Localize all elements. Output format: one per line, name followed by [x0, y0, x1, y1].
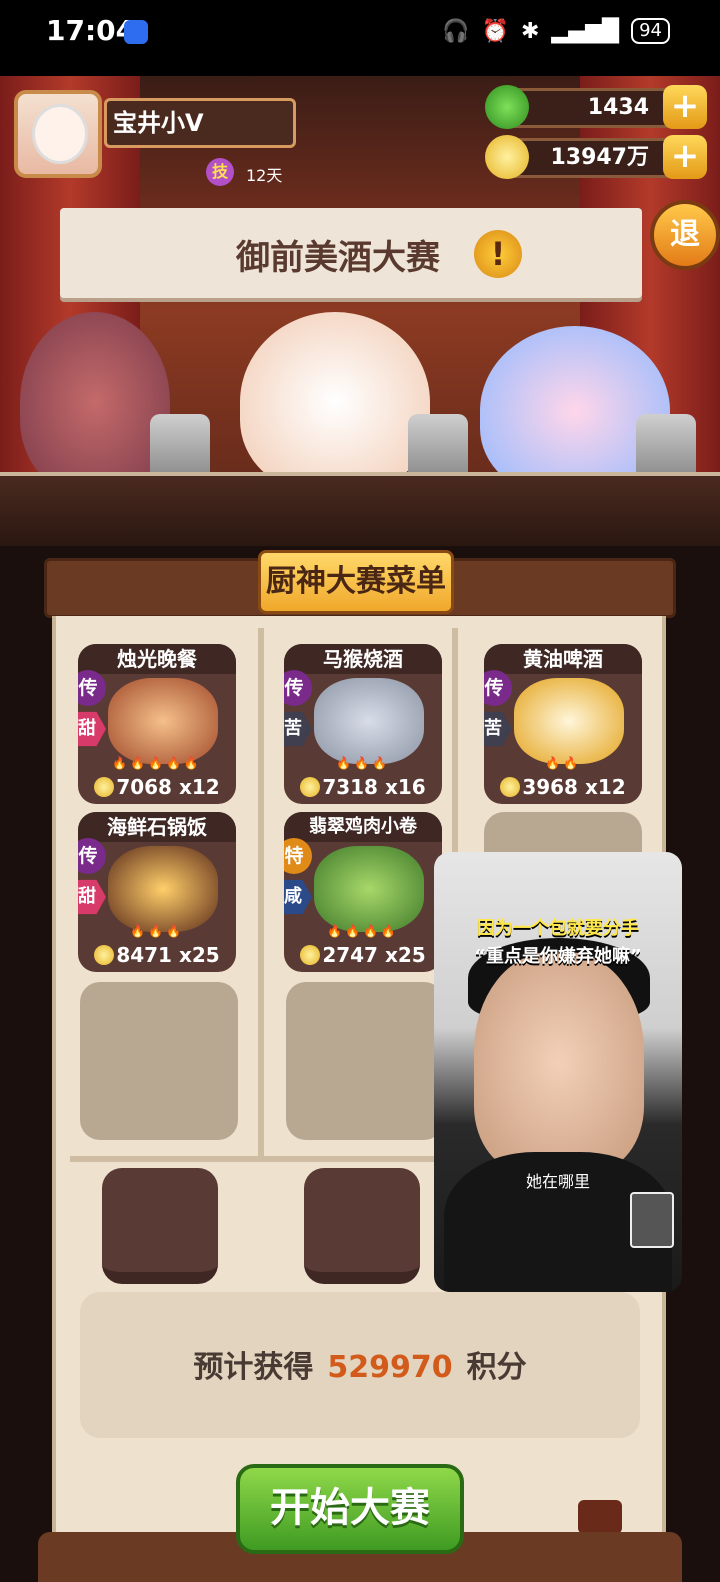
video-person — [474, 952, 644, 1172]
coin-icon — [485, 135, 529, 179]
rank-badge: 传 — [78, 838, 106, 874]
add-coins-button[interactable]: + — [663, 135, 707, 179]
heat-flames: 🔥🔥 — [545, 756, 581, 770]
taste-badge: 咸 — [284, 879, 312, 915]
dish-count: x25 — [384, 943, 426, 967]
rank-badge: 传 — [284, 670, 312, 706]
event-title: 御前美酒大赛 — [236, 238, 440, 278]
dish-points: 7068 — [116, 775, 172, 799]
dish-stats: 8471 x25 — [78, 938, 236, 972]
dish-name: 海鲜石锅饭 — [78, 812, 236, 842]
dish-count: x25 — [178, 943, 220, 967]
video-caption-line1: 因为一个包就要分手 — [477, 918, 639, 939]
dish-stats: 7318 x16 — [284, 770, 442, 804]
alarm-icon: ⏰ — [481, 18, 509, 44]
score-suffix: 积分 — [466, 1350, 527, 1385]
dish-points: 2747 — [322, 943, 378, 967]
dish-stats: 2747 x25 — [284, 938, 442, 972]
dish-points: 8471 — [116, 943, 172, 967]
dish-image — [108, 846, 218, 932]
empty-dish-slot[interactable] — [286, 982, 444, 1140]
add-gems-button[interactable]: + — [663, 85, 707, 129]
coin-icon — [94, 945, 115, 965]
taste-badge: 苦 — [484, 711, 512, 747]
gem-icon — [485, 85, 529, 129]
estimated-score-box: 预计获得 529970 积分 — [80, 1292, 640, 1438]
bluetooth-icon: ✱ — [520, 18, 540, 44]
dish-count: x16 — [384, 775, 426, 799]
dish-image — [108, 678, 218, 764]
start-contest-button[interactable]: 开始大赛 — [236, 1464, 464, 1554]
score-prefix: 预计获得 — [193, 1350, 314, 1385]
rank-badge: 传 — [78, 670, 106, 706]
gem-value: 1434 — [587, 95, 649, 120]
dish-image — [314, 678, 424, 764]
dish-card[interactable]: 海鲜石锅饭 传 甜 🔥🔥🔥 8471 x25 — [78, 812, 236, 972]
coin-icon — [300, 777, 321, 797]
signal-icon: ▂▄▆█ — [551, 18, 620, 44]
coin-counter: 13947万 + — [485, 135, 707, 179]
heat-flames: 🔥🔥🔥 — [130, 924, 184, 938]
dish-card[interactable]: 翡翠鸡肉小卷 特 咸 🔥🔥🔥🔥 2747 x25 — [284, 812, 442, 972]
coin-icon — [300, 945, 321, 965]
column-divider — [258, 628, 264, 1160]
dish-name: 黄油啤酒 — [484, 644, 642, 674]
score-value: 529970 — [327, 1350, 453, 1385]
dish-name: 烛光晚餐 — [78, 644, 236, 674]
coin-value: 13947万 — [550, 145, 649, 170]
coin-icon — [94, 777, 115, 797]
dish-name: 马猴烧酒 — [284, 644, 442, 674]
mini-thumbnail[interactable] — [630, 1192, 674, 1248]
taste-badge: 甜 — [78, 879, 106, 915]
dish-card[interactable]: 黄油啤酒 传 苦 🔥🔥 3968 x12 — [484, 644, 642, 804]
estimated-score: 预计获得 529970 积分 — [80, 1342, 640, 1386]
event-banner: 御前美酒大赛 ! — [60, 208, 642, 298]
pen-cup-decoration — [578, 1500, 622, 1534]
dish-name: 翡翠鸡肉小卷 — [284, 812, 442, 842]
battery-indicator: 94 — [631, 18, 670, 44]
rank-badge: 传 — [484, 670, 512, 706]
exit-button[interactable]: 退 — [650, 200, 720, 270]
info-warning-icon[interactable]: ! — [474, 230, 522, 278]
menu-title: 厨神大赛菜单 — [258, 550, 454, 614]
rank-badge: 特 — [284, 838, 312, 874]
rival-character-left — [20, 312, 170, 492]
taste-badge: 苦 — [284, 711, 312, 747]
taste-badge: 甜 — [78, 711, 106, 747]
dish-image — [514, 678, 624, 764]
player-name: 宝井小V — [104, 98, 296, 148]
heat-flames: 🔥🔥🔥 — [336, 756, 390, 770]
coin-icon — [500, 777, 521, 797]
clock: 17:04 — [46, 14, 136, 47]
dish-count: x12 — [584, 775, 626, 799]
dish-image — [314, 846, 424, 932]
counter — [0, 476, 720, 546]
headphones-icon: 🎧 — [442, 18, 470, 44]
empty-dish-slot[interactable] — [80, 982, 238, 1140]
player-chef-character — [240, 312, 430, 492]
status-bar: 17:04 🎧 ⏰ ✱ ▂▄▆█ 94 — [0, 0, 720, 76]
dish-points: 3968 — [522, 775, 578, 799]
ingredient-slot[interactable] — [102, 1168, 218, 1284]
floating-video-player[interactable]: 因为一个包就要分手 “重点是你嫌弃她嘛” 她在哪里 — [434, 852, 682, 1292]
app-notification-icon — [124, 20, 148, 44]
dish-points: 7318 — [322, 775, 378, 799]
avatar-face — [32, 104, 88, 164]
dish-stats: 3968 x12 — [484, 770, 642, 804]
dish-stats: 7068 x12 — [78, 770, 236, 804]
dish-count: x12 — [178, 775, 220, 799]
dish-card[interactable]: 烛光晚餐 传 甜 🔥🔥🔥🔥🔥 7068 x12 — [78, 644, 236, 804]
skill-badge-icon[interactable]: 技 — [206, 158, 234, 186]
gem-counter: 1434 + — [485, 85, 707, 129]
game-scene: 宝井小V 技 12天 1434 + 13947万 + 退 御前美酒大赛 ! — [0, 76, 720, 546]
video-caption-line2: “重点是你嫌弃她嘛” — [474, 946, 642, 967]
player-avatar[interactable] — [14, 90, 102, 178]
status-icons: 🎧 ⏰ ✱ ▂▄▆█ 94 — [442, 18, 670, 44]
dish-card[interactable]: 马猴烧酒 传 苦 🔥🔥🔥 7318 x16 — [284, 644, 442, 804]
heat-flames: 🔥🔥🔥🔥 — [327, 924, 399, 938]
ingredient-slot[interactable] — [304, 1168, 420, 1284]
heat-flames: 🔥🔥🔥🔥🔥 — [112, 756, 202, 770]
days-count: 12天 — [246, 166, 283, 185]
video-subtitle: 她在哪里 — [525, 1172, 590, 1191]
